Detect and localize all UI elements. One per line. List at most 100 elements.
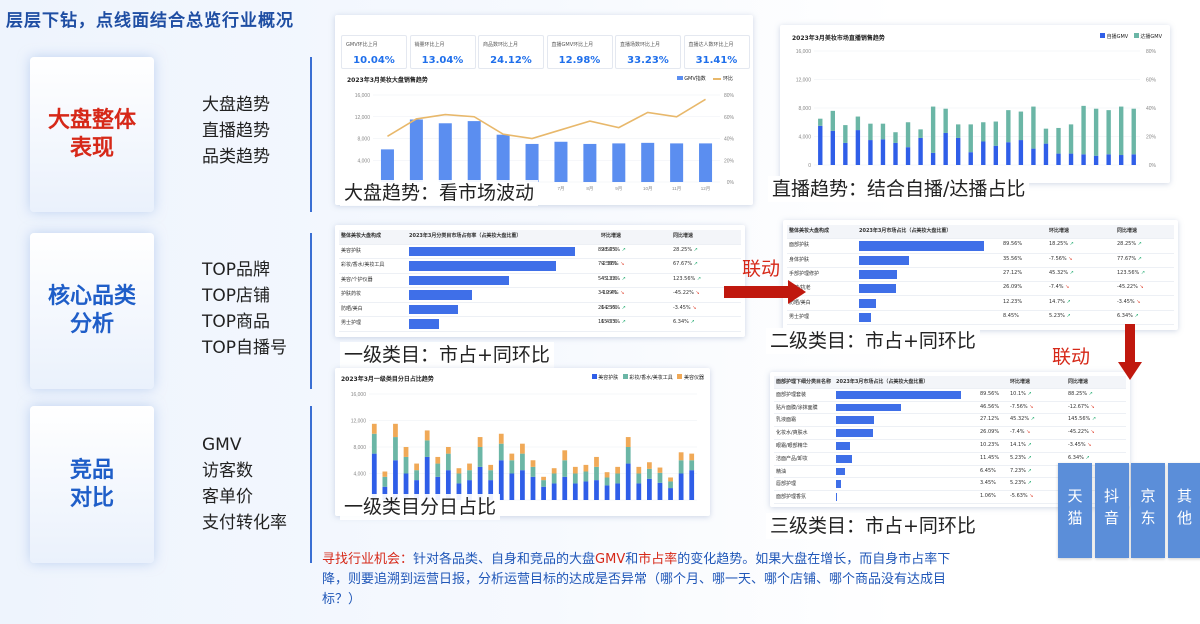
trend-up-icon: ↗	[1091, 416, 1097, 423]
daily-share-bar	[520, 443, 525, 454]
share-bar	[409, 319, 440, 329]
kol-live-bar	[968, 124, 973, 153]
table-row[interactable]: 手部护理修护 27.12% 45.32% ↗ 123.56% ↗	[787, 268, 1174, 283]
share-bar	[409, 304, 458, 314]
x-tick-label: 7月	[557, 186, 564, 192]
table-row[interactable]: 乳液面霜 27.12% 45.32% ↗ 145.56% ↗	[774, 414, 1126, 428]
y-tick-label: 16,000	[351, 392, 367, 398]
share-bar	[409, 275, 510, 285]
mom-value: 28.25% ↗	[601, 246, 626, 253]
share-value: 3.45%	[980, 480, 996, 487]
daily-share-bar	[424, 440, 430, 457]
section-item: TOP品牌	[202, 260, 271, 280]
table-header-row: 整体美妆大盘构成 2023年3月分类目市场占有率（占美妆大盘比重） 环比增速 同比增速	[339, 230, 741, 245]
table-row[interactable]: 面部护理套装 89.56% 10.1% ↗ 88.25% ↗	[774, 389, 1126, 402]
table-row[interactable]: 眼霜/眼部精华 10.23% 14.1% ↗ -3.45% ↘	[774, 440, 1126, 453]
daily-share-bar	[541, 480, 546, 487]
trend-up-icon: ↗	[1066, 298, 1071, 305]
table-row[interactable]: 贴片面膜/涂抹面膜 46.56% -7.56% ↘ -12.67% ↘	[774, 402, 1126, 415]
section-card-competitor: 竞品 对比	[30, 406, 154, 563]
yoy-value: -45.22% ↘	[673, 290, 700, 296]
kol-live-bar	[1131, 108, 1136, 155]
daily-share-bar	[541, 486, 546, 500]
self-live-bar	[1081, 154, 1086, 165]
category-name: 男士护理	[341, 320, 362, 326]
note-gmv: GMV	[595, 552, 626, 567]
trend-down-icon: ↘	[620, 261, 625, 267]
category-name: 面部护肤	[789, 242, 810, 249]
kol-live-bar	[893, 132, 898, 143]
platform-tag[interactable]: 其他	[1167, 463, 1200, 558]
daily-share-bar	[424, 430, 430, 441]
mom-value: -2.56% ↘	[601, 261, 625, 267]
kol-live-bar	[955, 124, 961, 138]
table-row[interactable]: 面部护肤 89.56% 18.25% ↗ 28.25% ↗	[787, 239, 1174, 254]
trend-up-icon: ↗	[1027, 480, 1032, 487]
table-row[interactable]: 抗敏/抗老26.09%-7.4% ↘-45.22% ↘	[787, 282, 1174, 297]
trend-down-icon: ↘	[1026, 429, 1031, 436]
level3-category-caption: 三级类目：市占+同环比	[766, 513, 980, 539]
table-row[interactable]: 美容/个护仪器 54.12% 45.32% ↗ 123.56% ↗	[339, 274, 741, 288]
table-row[interactable]: 护肤药妆 34.09% -12.4% ↘ -45.22% ↘	[339, 288, 741, 303]
mom-value: 5.23% ↗	[1010, 454, 1032, 461]
mom-value: 15.23% ↗	[601, 319, 626, 325]
table-row[interactable]: 防晒/美白 12.23% 14.7% ↗ -3.45% ↘	[787, 297, 1174, 311]
self-live-bar	[868, 140, 873, 165]
share-bar	[859, 298, 877, 308]
page-title: 层层下钻，点线面结合总览行业概况	[6, 11, 294, 31]
trend-down-icon: ↘	[692, 304, 697, 311]
category-name: 手部护理修护	[789, 270, 820, 277]
self-live-bar	[893, 142, 898, 165]
daily-share-bar	[520, 453, 525, 471]
daily-share-bar	[445, 447, 451, 454]
section-item: 直播趋势	[202, 121, 270, 141]
divider-line-2	[310, 233, 312, 389]
kol-live-bar	[1068, 124, 1074, 154]
trend-down-icon: ↘	[1065, 284, 1070, 291]
category-name: 化妆水/爽肤水	[776, 430, 808, 437]
daily-share-bar	[509, 473, 515, 500]
table-row[interactable]: 美容护肤 89.56% 28.25% ↗ 28.25% ↗	[339, 245, 741, 259]
table-row[interactable]: 男士护理 16.45% 15.23% ↗ 6.34% ↗	[339, 317, 741, 332]
trend-up-icon: ↗	[1030, 416, 1035, 423]
gmv-bar	[409, 119, 423, 182]
trend-up-icon: ↗	[690, 319, 695, 325]
platform-tag[interactable]: 京东	[1131, 463, 1165, 558]
yoy-value: 6.34% ↗	[1117, 312, 1139, 319]
kol-live-bar	[880, 123, 886, 140]
self-live-bar	[830, 130, 836, 165]
kol-live-bar	[943, 108, 948, 133]
platform-tag[interactable]: 抖音	[1094, 463, 1129, 558]
daily-share-bar	[562, 450, 568, 461]
trend-up-icon: ↗	[1069, 269, 1074, 276]
table-row[interactable]: 彩妆/香水/美妆工具 79.56% -2.56% ↘ 67.67% ↗	[339, 259, 741, 274]
daily-share-bar	[371, 433, 377, 454]
gmv-bar	[525, 143, 539, 182]
kol-live-bar	[1043, 128, 1049, 144]
daily-share-bar	[615, 483, 621, 500]
daily-share-bar	[583, 464, 589, 472]
section-item: GMV	[202, 435, 242, 455]
share-value: 11.45%	[980, 454, 1000, 461]
share-bar	[836, 429, 873, 437]
mom-value: 5.23% ↗	[1010, 480, 1032, 487]
table-row[interactable]: 身体护肤 35.56% -7.56% ↘ 77.67% ↗	[787, 254, 1174, 268]
kol-live-bar	[981, 122, 986, 142]
section-card-overall: 大盘整体 表现	[30, 57, 154, 212]
table-row[interactable]: 防晒/美白 26.23% 14.56% ↗ -3.45% ↘	[339, 303, 741, 317]
category-name: 身体护肤	[789, 256, 810, 263]
platform-tag[interactable]: 天猫	[1058, 463, 1092, 558]
trend-down-icon: ↘	[1090, 429, 1095, 436]
daily-share-bar	[647, 462, 652, 469]
self-live-bar	[855, 130, 861, 165]
trend-up-icon: ↗	[621, 246, 626, 253]
gmv-bar	[496, 134, 510, 182]
table-row[interactable]: 化妆水/爽肤水 26.09% -7.4% ↘ -45.22% ↘	[774, 427, 1126, 440]
self-live-bar	[880, 139, 886, 165]
section-item: TOP商品	[202, 312, 271, 332]
daily-share-bar	[551, 473, 557, 484]
live-trend-panel: 2023年3月美妆市场直播销售趋势 自播GMV 达播GMV 16,000 80% 1…	[780, 25, 1170, 183]
trend-down-icon: ↘	[1068, 255, 1073, 262]
divider-line-1	[310, 57, 312, 212]
daily-share-bar	[530, 466, 536, 477]
